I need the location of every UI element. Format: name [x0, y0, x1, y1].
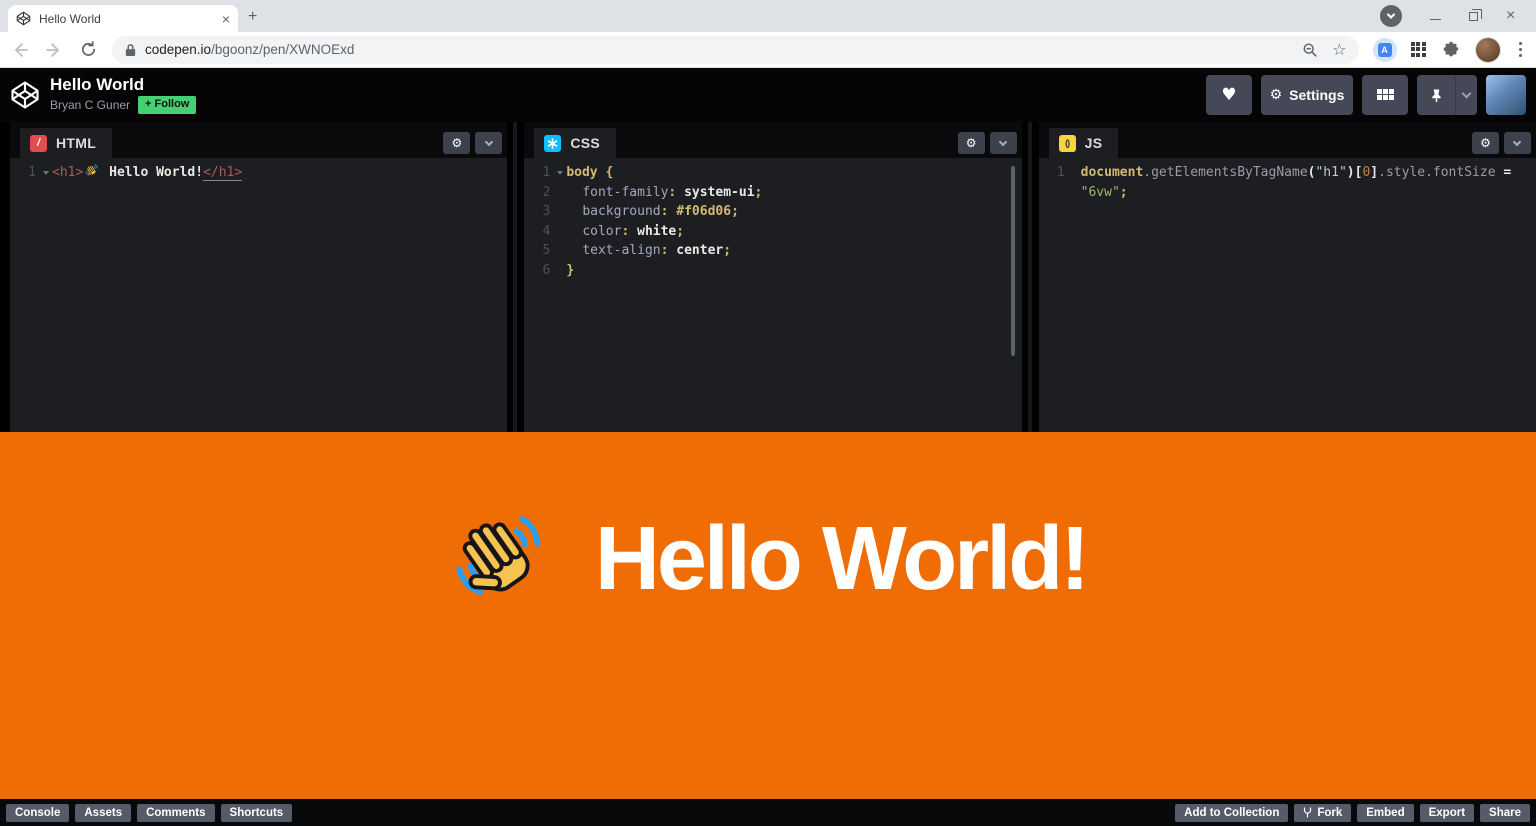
js-collapse-button[interactable] — [1504, 132, 1531, 154]
js-editor-tab[interactable]: () JS — [1049, 128, 1119, 158]
add-to-collection-button[interactable]: Add to Collection — [1175, 804, 1288, 822]
like-heart-button[interactable]: ♥ — [1206, 75, 1252, 115]
html-collapse-button[interactable] — [475, 132, 502, 154]
url-bar[interactable]: codepen.io/bgoonz/pen/XWNOExd ☆ — [112, 36, 1359, 64]
forward-icon[interactable] — [44, 40, 64, 60]
assets-button[interactable]: Assets — [75, 804, 131, 822]
url-text: codepen.io/bgoonz/pen/XWNOExd — [145, 42, 354, 57]
pin-button[interactable] — [1417, 75, 1455, 115]
css-collapse-button[interactable] — [990, 132, 1017, 154]
export-button[interactable]: Export — [1420, 804, 1474, 822]
browser-window: Hello World × + × codepen.io/bgoonz/pen/… — [0, 0, 1536, 826]
comments-button[interactable]: Comments — [137, 804, 214, 822]
refresh-icon[interactable] — [78, 40, 98, 60]
code-line: 5text-align: center; — [524, 241, 1021, 261]
browser-titlebar: Hello World × + × — [0, 0, 1536, 32]
tab-close-icon[interactable]: × — [222, 12, 230, 26]
panel-resize-gutter[interactable] — [507, 122, 524, 432]
console-button[interactable]: Console — [6, 804, 69, 822]
heart-icon: ♥ — [1221, 85, 1236, 105]
window-minimize-button[interactable] — [1430, 13, 1441, 20]
html-editor-tab[interactable]: / HTML — [20, 128, 112, 158]
code-line: 4color: white; — [524, 222, 1021, 242]
css-code-area[interactable]: 1body {2font-family: system-ui;3backgrou… — [524, 158, 1021, 432]
share-button[interactable]: Share — [1480, 804, 1530, 822]
codepen-favicon — [16, 11, 31, 26]
gear-icon: ⚙ — [451, 136, 462, 150]
waving-hand-emoji — [449, 502, 553, 616]
follow-button[interactable]: + Follow — [138, 96, 196, 114]
code-line: 3background: #f06d06; — [524, 202, 1021, 222]
grid-extension-icon[interactable] — [1411, 42, 1427, 58]
result-preview: Hello World! — [0, 432, 1536, 799]
preview-heading: Hello World! — [449, 502, 1087, 616]
chevron-down-icon — [1513, 137, 1521, 145]
css-editor-panel: CSS ⚙ 1body {2font-family: system-ui;3ba… — [524, 122, 1021, 432]
user-avatar[interactable] — [1486, 75, 1526, 115]
gear-icon: ⚙ — [1480, 136, 1491, 150]
browser-toolbar: codepen.io/bgoonz/pen/XWNOExd ☆ A — [0, 32, 1536, 68]
window-close-button[interactable]: × — [1506, 10, 1518, 22]
browser-tab-title: Hello World — [39, 12, 214, 26]
shortcuts-button[interactable]: Shortcuts — [221, 804, 293, 822]
pin-dropdown-button[interactable] — [1455, 75, 1477, 115]
chevron-down-icon — [1462, 89, 1472, 99]
media-control-icon[interactable] — [1380, 5, 1402, 27]
css-editor-tab[interactable]: CSS — [534, 128, 616, 158]
css-panel-icon — [544, 135, 561, 152]
pen-title: Hello World — [50, 76, 196, 95]
back-icon[interactable] — [10, 40, 30, 60]
panel-resize-gutter[interactable] — [1022, 122, 1039, 432]
code-line: 6} — [524, 261, 1021, 281]
browser-profile-avatar[interactable] — [1475, 37, 1501, 63]
fork-button[interactable]: Fork — [1294, 804, 1351, 822]
settings-button[interactable]: ⚙ Settings — [1261, 75, 1353, 115]
fold-arrow-icon[interactable] — [40, 163, 52, 183]
new-tab-button[interactable]: + — [248, 8, 257, 26]
editor-scrollbar[interactable] — [1011, 166, 1015, 356]
fold-arrow-icon[interactable] — [554, 163, 566, 183]
code-line: 1body { — [524, 163, 1021, 183]
html-code-area[interactable]: 1<h1> Hello World!</h1> — [10, 158, 507, 432]
zoom-out-icon[interactable] — [1302, 42, 1318, 58]
browser-menu-icon[interactable] — [1515, 42, 1527, 58]
chevron-down-icon — [999, 137, 1007, 145]
codepen-logo[interactable] — [10, 80, 40, 110]
embed-button[interactable]: Embed — [1357, 804, 1413, 822]
js-settings-button[interactable]: ⚙ — [1472, 132, 1499, 154]
waving-hand-emoji — [84, 163, 100, 178]
extensions-puzzle-icon[interactable] — [1441, 40, 1461, 60]
code-line: "6vw"; — [1039, 183, 1536, 203]
editor-row: / HTML ⚙ 1<h1> Hello World!</h1> CSS — [0, 122, 1536, 432]
window-restore-button[interactable] — [1469, 12, 1478, 21]
footer-bar: Console Assets Comments Shortcuts Add to Co… — [0, 799, 1536, 826]
js-editor-panel: () JS ⚙ 1document.getElementsByTagName("… — [1039, 122, 1536, 432]
layout-grid-icon — [1377, 89, 1393, 102]
css-settings-button[interactable]: ⚙ — [958, 132, 985, 154]
pen-author-link[interactable]: Bryan C Guner — [50, 98, 130, 112]
browser-tab[interactable]: Hello World × — [8, 5, 238, 32]
code-line: 2font-family: system-ui; — [524, 183, 1021, 203]
html-editor-panel: / HTML ⚙ 1<h1> Hello World!</h1> — [10, 122, 507, 432]
pin-button-group — [1417, 75, 1477, 115]
translate-extension-icon[interactable]: A — [1373, 38, 1397, 62]
change-view-button[interactable] — [1362, 75, 1408, 115]
gear-icon: ⚙ — [1270, 87, 1283, 103]
html-settings-button[interactable]: ⚙ — [443, 132, 470, 154]
lock-icon — [124, 43, 137, 57]
html-panel-icon: / — [30, 135, 47, 152]
js-panel-icon: () — [1059, 135, 1076, 152]
code-line: 1<h1> Hello World!</h1> — [10, 163, 507, 183]
bookmark-star-icon[interactable]: ☆ — [1332, 40, 1346, 59]
codepen-header: Hello World Bryan C Guner + Follow ♥ ⚙ S… — [0, 68, 1536, 122]
gear-icon: ⚙ — [966, 136, 977, 150]
fork-icon — [1303, 807, 1312, 818]
js-code-area[interactable]: 1document.getElementsByTagName("h1")[0].… — [1039, 158, 1536, 432]
chevron-down-icon — [485, 137, 493, 145]
pin-icon — [1430, 88, 1443, 103]
code-line: 1document.getElementsByTagName("h1")[0].… — [1039, 163, 1536, 183]
